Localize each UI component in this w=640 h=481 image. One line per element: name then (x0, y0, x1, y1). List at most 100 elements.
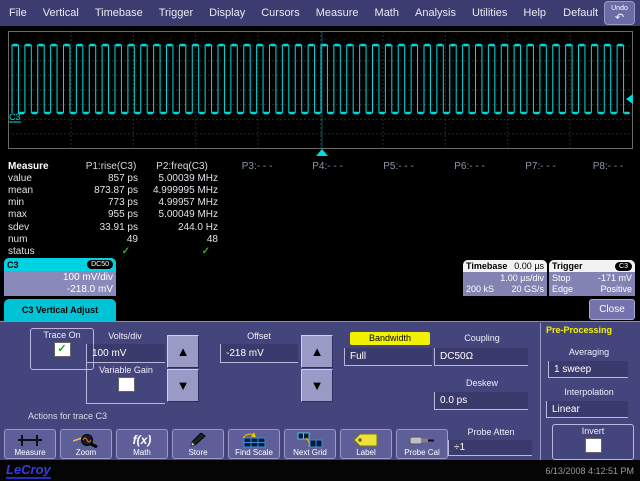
clock-datetime: 6/13/2008 4:12:51 PM (545, 466, 634, 476)
interpolation-label: Interpolation (546, 387, 632, 397)
measure-status-p2: ✓ (142, 246, 222, 257)
probe-atten-field[interactable]: ÷1 (448, 440, 532, 456)
menu-item-cursors[interactable]: Cursors (256, 7, 305, 19)
timebase-scale: 1.00 µs/div (500, 273, 544, 284)
find-scale-button[interactable]: Find Scale (228, 429, 280, 459)
averaging-field[interactable]: 1 sweep (548, 361, 628, 378)
toolbar-button-label: Find Scale (235, 448, 273, 457)
measure-col-header-p5[interactable]: P5:- - - (363, 161, 434, 172)
channel-offset: -218.0 mV (7, 284, 113, 296)
timebase-descriptor[interactable]: Timebase 0.00 µs 1.00 µs/div 200 kS20 GS… (463, 260, 547, 296)
toolbar-button-label: Math (133, 448, 151, 457)
math-button[interactable]: f(x)Math (116, 429, 168, 459)
invert-checkbox[interactable] (585, 438, 602, 453)
measure-row-label-max: max (0, 209, 80, 220)
trace-on-group: Trace On ✓ (30, 328, 94, 370)
measure-row-label-status: status (0, 246, 80, 257)
menu-item-utilities[interactable]: Utilities (467, 7, 512, 19)
menu-item-timebase[interactable]: Timebase (90, 7, 148, 19)
trigger-time-marker[interactable] (316, 149, 328, 156)
toolbar-button-label: Next Grid (293, 448, 327, 457)
menu-items: File Vertical Timebase Trigger Display Cursor… (0, 7, 563, 19)
offset-up-button[interactable]: ▲ (301, 335, 333, 368)
next-grid-icon (296, 432, 324, 448)
channel-c3-descriptor[interactable]: C3 DC50 100 mV/div -218.0 mV (4, 258, 116, 296)
volts-div-field[interactable]: 100 mV (87, 344, 165, 363)
measure-col-header-p1[interactable]: P1:rise(C3) (80, 161, 142, 172)
toolbar-button-label: Store (188, 448, 207, 457)
measure-sdev-p2: 244.0 Hz (142, 222, 222, 233)
coupling-field[interactable]: DC50Ω (434, 348, 528, 366)
trigger-level: -171 mV (598, 273, 632, 284)
measure-col-header-p2[interactable]: P2:freq(C3) (142, 161, 222, 172)
next-grid-button[interactable]: Next Grid (284, 429, 336, 459)
volts-up-button[interactable]: ▲ (167, 335, 199, 368)
measure-col-header-p6[interactable]: P6:- - - (434, 161, 505, 172)
bandwidth-label: Bandwidth (350, 332, 430, 345)
action-toolbar: Measure Zoom f(x)Math Store Find Scale Next G… (4, 429, 448, 459)
toolbar-button-label: Label (356, 448, 376, 457)
measure-mean-p2: 4.999995 MHz (142, 185, 222, 196)
undo-button[interactable]: Undo ↶ (604, 1, 635, 25)
volts-down-button[interactable]: ▼ (167, 369, 199, 402)
measure-max-p1: 955 ps (80, 209, 142, 220)
offset-down-button[interactable]: ▼ (301, 369, 333, 402)
close-button[interactable]: Close (589, 299, 635, 320)
menu-item-vertical[interactable]: Vertical (38, 7, 84, 19)
interpolation-field[interactable]: Linear (546, 401, 628, 418)
trigger-level-marker[interactable] (626, 94, 633, 104)
measure-num-p2: 48 (142, 234, 222, 245)
trace-on-label: Trace On (31, 330, 93, 340)
menu-item-display[interactable]: Display (204, 7, 250, 19)
find-scale-icon (240, 432, 268, 448)
volts-div-label: Volts/div (86, 331, 164, 341)
undo-icon: ↶ (605, 13, 634, 23)
down-arrow-icon: ▼ (311, 378, 324, 393)
menu-item-file[interactable]: File (4, 7, 32, 19)
menu-item-help[interactable]: Help (518, 7, 551, 19)
zoom-icon (73, 432, 99, 448)
lecroy-logo: LeCroy (6, 463, 51, 479)
menu-item-trigger[interactable]: Trigger (154, 7, 198, 19)
variable-gain-checkbox[interactable] (118, 377, 135, 392)
measure-col-header-p3[interactable]: P3:- - - (222, 161, 292, 172)
measure-row-label-sdev: sdev (0, 222, 80, 233)
tab-c3-vertical-adjust[interactable]: C3 Vertical Adjust (4, 299, 116, 321)
variable-gain-label: Variable Gain (87, 365, 165, 375)
probe-atten-label: Probe Atten (448, 427, 534, 437)
measure-min-p1: 773 ps (80, 197, 142, 208)
measure-col-header-p8[interactable]: P8:- - - (576, 161, 640, 172)
label-button[interactable]: Label (340, 429, 392, 459)
deskew-field[interactable]: 0.0 ps (434, 392, 528, 410)
invert-group: Invert (552, 424, 634, 460)
measure-button[interactable]: Measure (4, 429, 56, 459)
measure-row-label-mean: mean (0, 185, 80, 196)
trigger-descriptor[interactable]: Trigger C3 Stop-171 mV EdgePositive (549, 260, 635, 296)
zoom-button[interactable]: Zoom (60, 429, 112, 459)
menu-item-math[interactable]: Math (370, 7, 404, 19)
deskew-label: Deskew (436, 378, 528, 388)
offset-field[interactable]: -218 mV (220, 344, 298, 363)
toolbar-button-label: Probe Cal (404, 448, 440, 457)
measure-sdev-p1: 33.91 ps (80, 222, 142, 233)
preprocessing-separator (540, 323, 541, 460)
bandwidth-field[interactable]: Full (344, 348, 432, 366)
measure-row-label-value: value (0, 173, 80, 184)
measure-col-header-p4[interactable]: P4:- - - (292, 161, 363, 172)
trigger-type: Edge (552, 284, 573, 295)
menu-bar: File Vertical Timebase Trigger Display Cursor… (0, 0, 640, 28)
averaging-label: Averaging (548, 347, 630, 357)
toolbar-button-label: Measure (14, 448, 45, 457)
menu-item-measure[interactable]: Measure (311, 7, 364, 19)
trigger-slope: Positive (600, 284, 632, 295)
channel-volts: 100 mV/div (7, 272, 113, 284)
measure-col-header-p7[interactable]: P7:- - - (505, 161, 576, 172)
store-button[interactable]: Store (172, 429, 224, 459)
waveform-grid: C3 (0, 28, 640, 160)
toolbar-button-label: Zoom (76, 448, 96, 457)
invert-label: Invert (553, 426, 633, 436)
probe-cal-button[interactable]: Probe Cal (396, 429, 448, 459)
trace-on-checkbox[interactable]: ✓ (54, 342, 71, 357)
menu-item-analysis[interactable]: Analysis (410, 7, 461, 19)
default-setup-button[interactable]: Default (563, 7, 598, 19)
